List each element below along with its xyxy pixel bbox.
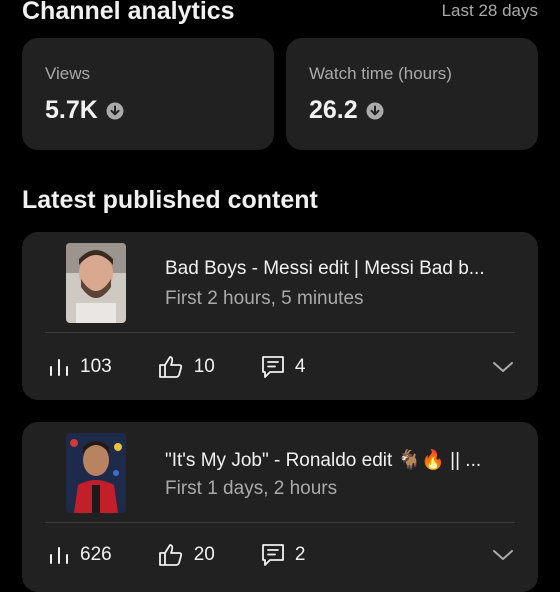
- views-count: 103: [80, 356, 112, 377]
- divider: [45, 332, 515, 333]
- expand-button[interactable]: [492, 360, 514, 374]
- watch-time-value-row: 26.2: [309, 96, 384, 125]
- comments-metric: 2: [261, 543, 306, 567]
- likes-metric: 20: [158, 543, 215, 567]
- comments-metric: 4: [261, 355, 306, 379]
- video-title[interactable]: "It's My Job" - Ronaldo edit 🐐🔥 || ...: [165, 448, 520, 472]
- period-label[interactable]: Last 28 days: [442, 1, 538, 21]
- views-value-row: 5.7K: [45, 96, 124, 125]
- video-card[interactable]: "It's My Job" - Ronaldo edit 🐐🔥 || ... F…: [22, 422, 538, 592]
- comments-count: 4: [294, 356, 306, 377]
- arrow-down-circle-icon: [106, 102, 124, 119]
- page-title: Channel analytics: [22, 0, 235, 25]
- bar-chart-icon: [50, 359, 68, 376]
- watch-time-label: Watch time (hours): [309, 64, 452, 83]
- video-title[interactable]: Bad Boys - Messi edit | Messi Bad b...: [165, 258, 520, 280]
- views-value: 5.7K: [45, 96, 98, 124]
- comments-count: 2: [294, 544, 306, 565]
- views-label: Views: [45, 64, 91, 83]
- thumbnail-image: [66, 243, 126, 323]
- views-count: 626: [80, 544, 112, 565]
- divider: [45, 522, 515, 523]
- arrow-down-circle-icon: [366, 102, 384, 119]
- thumbnail-image: [66, 433, 126, 513]
- chevron-down-icon: [493, 362, 513, 372]
- comment-icon: [261, 544, 284, 566]
- thumbs-up-icon: [158, 356, 182, 378]
- likes-count: 10: [193, 356, 215, 377]
- video-metrics: 103 10 4: [48, 352, 514, 382]
- video-thumbnail[interactable]: [66, 243, 126, 323]
- watch-time-value: 26.2: [309, 96, 358, 124]
- section-title: Latest published content: [22, 186, 318, 214]
- views-stat-card[interactable]: Views 5.7K: [22, 38, 274, 150]
- comment-icon: [261, 356, 284, 378]
- thumbs-up-icon: [158, 544, 182, 566]
- bar-chart-icon: [50, 547, 68, 564]
- video-subtitle: First 2 hours, 5 minutes: [165, 288, 364, 309]
- video-thumbnail[interactable]: [66, 433, 126, 513]
- video-subtitle: First 1 days, 2 hours: [165, 478, 338, 499]
- likes-metric: 10: [158, 355, 215, 379]
- views-metric: 103: [48, 356, 112, 378]
- watch-time-stat-card[interactable]: Watch time (hours) 26.2: [286, 38, 538, 150]
- video-metrics: 626 20 2: [48, 540, 514, 570]
- likes-count: 20: [193, 544, 215, 565]
- video-card[interactable]: Bad Boys - Messi edit | Messi Bad b... F…: [22, 232, 538, 400]
- views-metric: 626: [48, 544, 112, 566]
- analytics-header: Channel analytics Last 28 days: [22, 0, 538, 28]
